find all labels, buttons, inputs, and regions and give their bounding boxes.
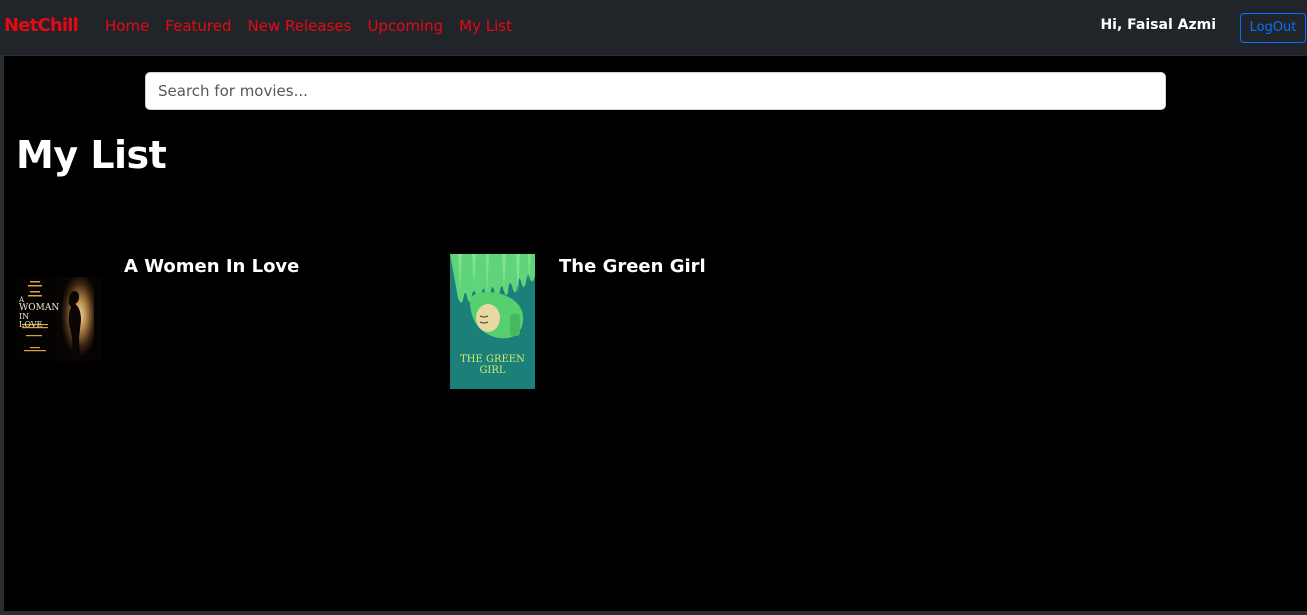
movie-poster[interactable]: THE GREEN GIRL — [450, 254, 535, 389]
movie-title[interactable]: A Women In Love — [124, 256, 299, 277]
poster-line: THE GREEN — [460, 354, 525, 365]
search-input[interactable] — [145, 72, 1166, 110]
page-title: My List — [16, 133, 167, 177]
poster-title-text: THE GREEN GIRL — [450, 354, 535, 376]
nav-link-upcoming[interactable]: Upcoming — [367, 17, 443, 35]
user-greeting: Hi, Faisal Azmi — [1100, 17, 1216, 33]
nav-link-home[interactable]: Home — [105, 17, 149, 35]
poster-line: GIRL — [479, 365, 506, 376]
brand-logo[interactable]: NetChill — [4, 15, 79, 36]
movie-title[interactable]: The Green Girl — [559, 256, 706, 277]
nav-link-new-releases[interactable]: New Releases — [248, 17, 352, 35]
top-navbar: NetChill Home Featured New Releases Upco… — [0, 0, 1307, 56]
movie-poster[interactable]: A WOMAN IN LOVE — [16, 277, 102, 361]
nav-links: Home Featured New Releases Upcoming My L… — [105, 17, 528, 35]
poster-title-text: A WOMAN IN LOVE — [19, 297, 59, 329]
window-edge-left — [0, 56, 4, 615]
poster-line: IN LOVE — [19, 312, 43, 329]
window-edge-bottom — [0, 611, 1307, 615]
logout-button[interactable]: LogOut — [1240, 13, 1306, 43]
nav-link-my-list[interactable]: My List — [459, 17, 512, 35]
nav-link-featured[interactable]: Featured — [165, 17, 231, 35]
